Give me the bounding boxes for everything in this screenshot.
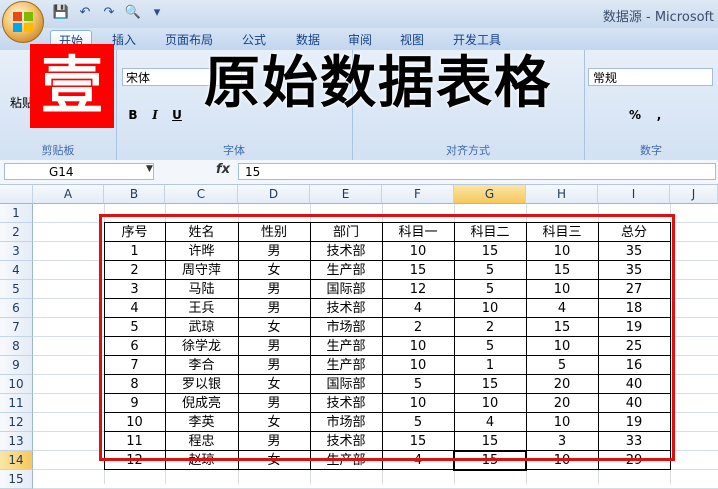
tab-review[interactable]: 审阅 — [340, 30, 380, 50]
column-header-G[interactable]: G — [454, 185, 526, 204]
column-header-D[interactable]: D — [238, 185, 310, 204]
row-header-1[interactable]: 1 — [0, 204, 33, 223]
name-box[interactable]: G14 — [4, 163, 154, 180]
row-header-11[interactable]: 11 — [0, 394, 33, 413]
row-header-12[interactable]: 12 — [0, 413, 33, 432]
highlight-frame — [99, 214, 675, 461]
column-header-F[interactable]: F — [382, 185, 454, 204]
headline-badge: 壹 — [30, 44, 114, 128]
select-all-corner[interactable] — [0, 185, 33, 204]
group-number: 数字 — [584, 50, 718, 160]
office-button[interactable] — [2, 1, 44, 43]
formula-bar: G14 ▼ fx 15 — [0, 160, 718, 185]
column-header-I[interactable]: I — [598, 185, 670, 204]
row-header-14[interactable]: 14 — [0, 451, 33, 470]
column-header-J[interactable]: J — [670, 185, 718, 204]
print-preview-icon[interactable]: 🔍 — [124, 5, 142, 21]
name-box-dropdown-icon[interactable]: ▼ — [146, 164, 153, 174]
tab-data[interactable]: 数据 — [288, 30, 328, 50]
undo-icon[interactable]: ↶ — [76, 5, 94, 21]
comma-style-button[interactable]: , — [650, 106, 668, 124]
tab-formulas[interactable]: 公式 — [234, 30, 274, 50]
row-header-9[interactable]: 9 — [0, 356, 33, 375]
column-header-E[interactable]: E — [310, 185, 382, 204]
number-format-select[interactable]: 常规 — [588, 68, 713, 86]
column-header-B[interactable]: B — [104, 185, 165, 204]
group-label-font: 字体 — [223, 144, 245, 157]
row-header-7[interactable]: 7 — [0, 318, 33, 337]
redo-icon[interactable]: ↷ — [100, 5, 118, 21]
tab-page-layout[interactable]: 页面布局 — [158, 30, 220, 50]
row-header-8[interactable]: 8 — [0, 337, 33, 356]
row-header-15[interactable]: 15 — [0, 470, 33, 489]
column-header-A[interactable]: A — [33, 185, 104, 204]
row-header-3[interactable]: 3 — [0, 242, 33, 261]
office-logo-icon — [13, 12, 33, 32]
row-header-6[interactable]: 6 — [0, 299, 33, 318]
column-header-H[interactable]: H — [526, 185, 598, 204]
title-bar: 💾 ↶ ↷ 🔍 ▾ 数据源 - Microsoft — [0, 0, 718, 28]
tab-developer[interactable]: 开发工具 — [444, 30, 510, 50]
row-header-5[interactable]: 5 — [0, 280, 33, 299]
column-header-C[interactable]: C — [165, 185, 238, 204]
row-header-4[interactable]: 4 — [0, 261, 33, 280]
row-header-13[interactable]: 13 — [0, 432, 33, 451]
group-label-alignment: 对齐方式 — [446, 144, 490, 157]
customize-qat-icon[interactable]: ▾ — [148, 5, 166, 21]
tab-view[interactable]: 视图 — [392, 30, 432, 50]
save-icon[interactable]: 💾 — [52, 5, 70, 21]
group-label-clipboard: 剪贴板 — [41, 144, 75, 157]
quick-access-toolbar: 💾 ↶ ↷ 🔍 ▾ — [52, 5, 166, 21]
underline-button[interactable]: U — [168, 106, 186, 124]
formula-input[interactable]: 15 — [238, 163, 716, 180]
italic-button[interactable]: I — [146, 106, 164, 124]
insert-function-icon[interactable]: fx — [216, 162, 230, 177]
group-label-number: 数字 — [640, 144, 662, 157]
row-header-2[interactable]: 2 — [0, 223, 33, 242]
bold-button[interactable]: B — [124, 106, 142, 124]
row-header-10[interactable]: 10 — [0, 375, 33, 394]
window-title: 数据源 - Microsoft — [602, 10, 714, 25]
percent-button[interactable]: % — [626, 106, 644, 124]
headline-title: 原始数据表格 — [204, 51, 552, 116]
